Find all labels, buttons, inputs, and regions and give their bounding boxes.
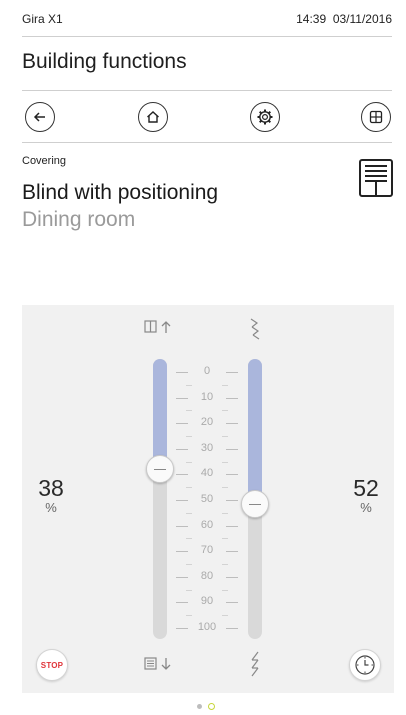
slat-close-button[interactable] <box>247 649 263 684</box>
scale-minor-tick <box>186 512 192 514</box>
slat-position-value: 52 <box>353 475 379 501</box>
slat-open-indicator <box>247 317 263 348</box>
slats-closed-icon <box>251 651 259 677</box>
slat-position-fill <box>248 359 262 505</box>
back-arrow-icon <box>33 112 45 122</box>
scale-label: 90 <box>200 595 214 608</box>
status-time: 14:39 <box>296 12 327 26</box>
scale-minor-tick <box>222 589 228 591</box>
grid-view-button[interactable] <box>361 102 391 132</box>
scale-label: 50 <box>200 493 214 505</box>
room-name: Dining room <box>22 208 136 231</box>
scale-minor-tick <box>186 589 192 591</box>
function-name: Blind with positioning <box>22 181 219 204</box>
settings-button[interactable] <box>250 102 280 132</box>
scale-minor-tick <box>186 384 192 386</box>
divider <box>22 142 392 143</box>
scale-minor-tick <box>222 436 228 437</box>
clock-icon <box>355 655 375 675</box>
scale-minor-tick <box>186 538 192 540</box>
scale-label-row: 30 <box>172 442 242 456</box>
scale-label-row: 100 <box>172 621 242 635</box>
scale-label-row: 20 <box>172 416 242 430</box>
scale-label: 20 <box>200 416 214 429</box>
blind-position-thumb[interactable] <box>146 454 174 483</box>
scale-label-row: 60 <box>172 519 242 533</box>
scale-minor-tick <box>186 487 192 489</box>
position-scale: 0 10 20 30 40 50 60 70 80 90 100 <box>172 365 242 635</box>
scale-label-row: 70 <box>172 544 242 558</box>
scale-label-row: 40 <box>172 467 242 481</box>
scale-minor-tick <box>222 615 228 617</box>
page-title: Building functions <box>22 50 187 73</box>
scale-label-row: 50 <box>172 493 242 507</box>
home-button[interactable] <box>138 102 168 132</box>
scale-label-row: 80 <box>172 570 242 584</box>
grid-icon <box>369 110 383 124</box>
scale-minor-tick <box>186 564 192 565</box>
home-icon <box>147 111 159 123</box>
blind-position-value: 38 <box>38 475 64 501</box>
divider <box>22 36 392 37</box>
scale-minor-tick <box>222 384 228 386</box>
blind-down-button[interactable] <box>144 655 176 678</box>
blind-icon <box>359 159 393 197</box>
scale-minor-tick <box>186 436 192 437</box>
scale-minor-tick <box>222 564 228 565</box>
scale-label: 80 <box>200 569 214 582</box>
window-up-arrow-icon <box>144 320 171 333</box>
scale-label: 70 <box>200 544 214 557</box>
divider <box>22 90 392 91</box>
scale-minor-tick <box>222 461 228 463</box>
control-panel: 0 10 20 30 40 50 60 70 80 90 100 38 % 52 % STOP <box>22 305 394 693</box>
page-dot[interactable] <box>197 704 202 709</box>
scale-label-row: 10 <box>172 391 242 405</box>
status-date: 03/11/2016 <box>332 12 392 26</box>
scale-label-row: 0 <box>172 365 242 379</box>
scale-label: 40 <box>200 467 214 480</box>
app-name: Gira X1 <box>22 12 63 26</box>
slat-position-unit: % <box>360 500 372 515</box>
settings-gear-icon <box>257 109 273 125</box>
stop-button[interactable]: STOP <box>36 649 68 681</box>
page-dot-active[interactable] <box>208 703 215 710</box>
scale-label: 10 <box>200 390 214 403</box>
scale-label: 60 <box>200 518 214 531</box>
slat-position-readout: 52 % <box>351 475 381 515</box>
scale-label: 100 <box>197 621 217 633</box>
scale-label-row: 90 <box>172 595 242 609</box>
blind-position-track[interactable] <box>153 359 167 639</box>
scale-label: 30 <box>200 441 214 454</box>
slat-position-thumb[interactable] <box>241 490 269 519</box>
function-category: Covering <box>22 155 67 167</box>
scale-minor-tick <box>186 461 192 463</box>
blind-position-fill <box>153 359 167 469</box>
timer-button[interactable] <box>349 649 381 681</box>
scale-minor-tick <box>222 410 228 412</box>
blind-down-arrow-icon <box>144 657 171 670</box>
status-bar: Gira X1 14:39 03/11/2016 <box>22 12 392 28</box>
scale-minor-tick <box>186 410 192 412</box>
scale-label: 0 <box>203 365 211 377</box>
blind-up-indicator <box>144 319 176 340</box>
blind-position-unit: % <box>45 500 57 515</box>
scale-minor-tick <box>222 538 228 540</box>
back-button[interactable] <box>25 102 55 132</box>
slats-open-icon <box>250 318 260 340</box>
status-datetime: 14:39 03/11/2016 <box>296 12 392 26</box>
scale-minor-tick <box>222 512 228 514</box>
blind-position-readout: 38 % <box>36 475 66 515</box>
scale-minor-tick <box>222 487 228 489</box>
scale-minor-tick <box>186 615 192 617</box>
stop-label: STOP <box>40 660 64 670</box>
